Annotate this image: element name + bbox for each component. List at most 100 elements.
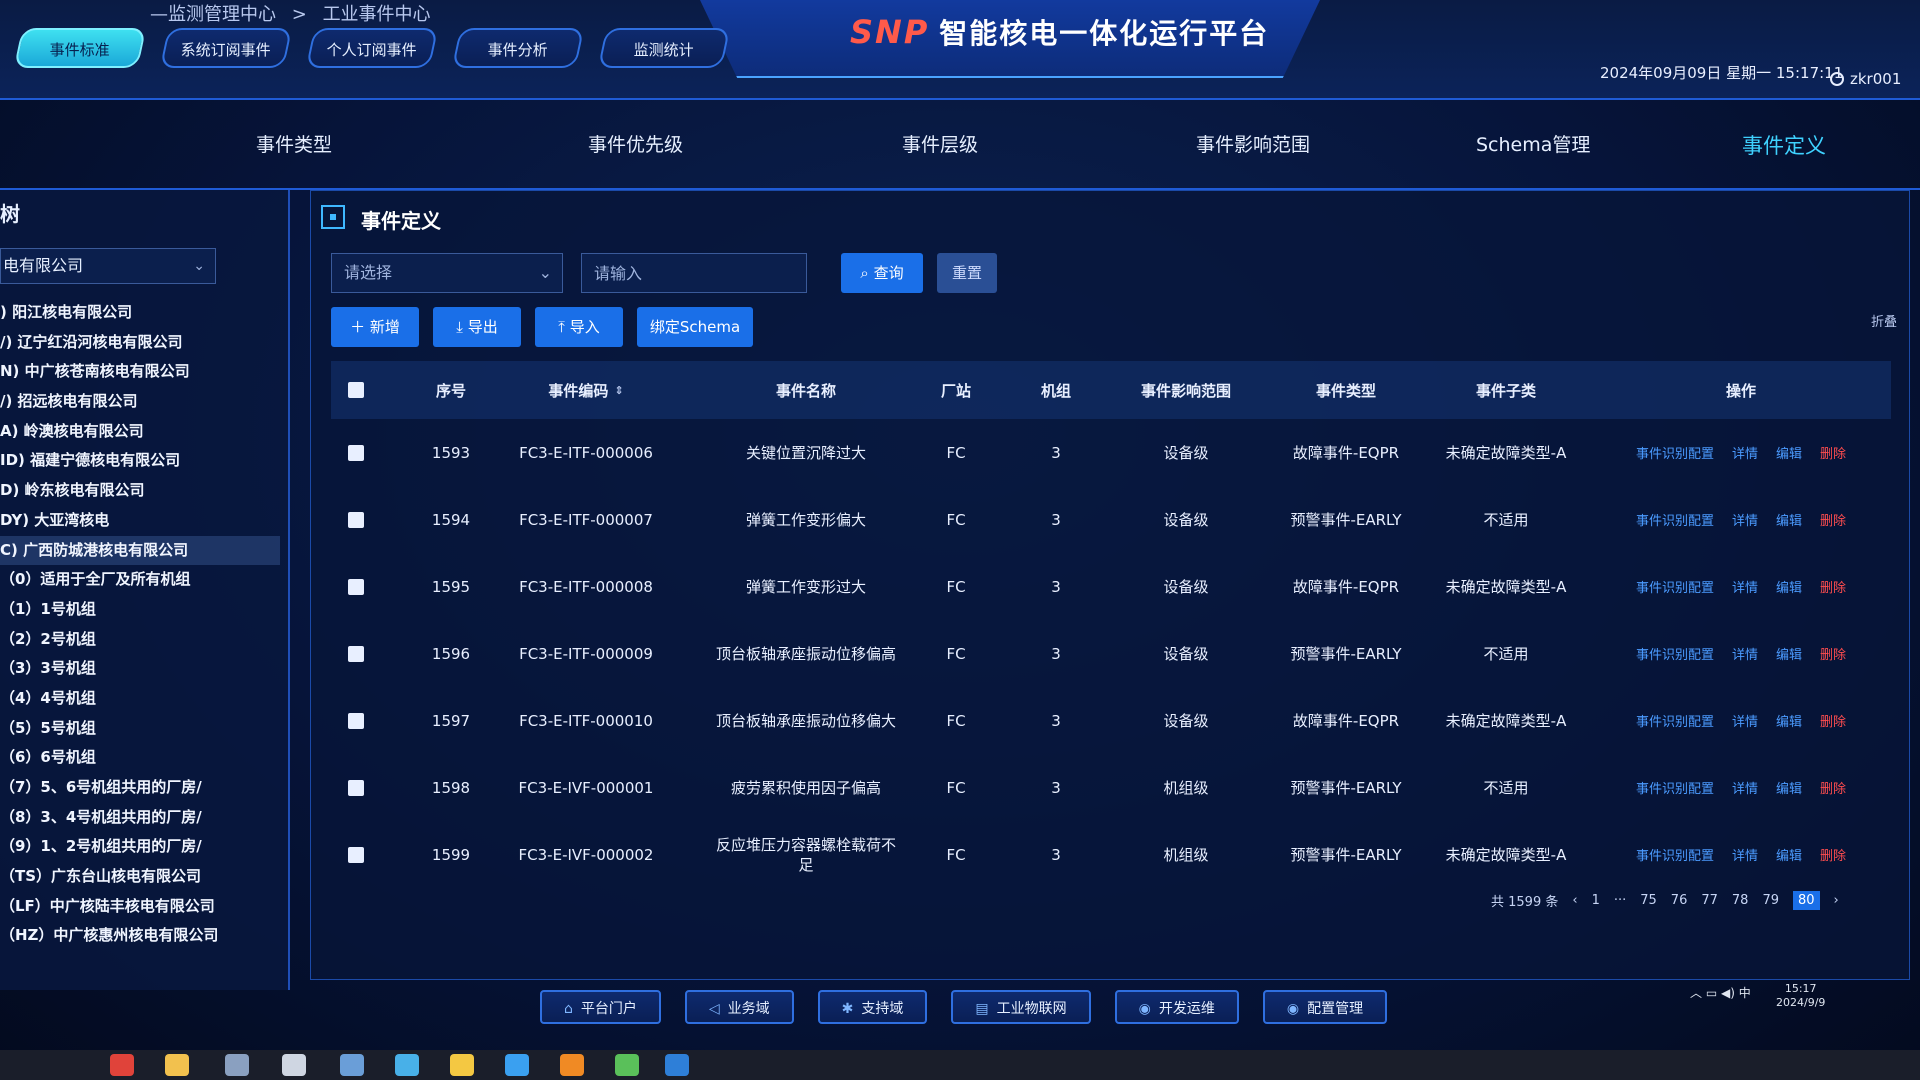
tree-node[interactable]: （HZ）中广核惠州核电有限公司 xyxy=(0,921,280,951)
volume-icon[interactable]: ◀) xyxy=(1721,986,1735,1000)
tree-node[interactable]: （2）2号机组 xyxy=(0,625,280,655)
tab-monitoring-statistics[interactable]: 监测统计 xyxy=(597,28,731,68)
network-icon[interactable]: ▭ xyxy=(1706,986,1717,1000)
tree-node[interactable]: （4）4号机组 xyxy=(0,684,280,714)
delete-link[interactable]: 删除 xyxy=(1820,845,1846,864)
tree-node[interactable]: （3）3号机组 xyxy=(0,654,280,684)
detail-link[interactable]: 详情 xyxy=(1732,577,1758,596)
tree-node[interactable]: /) 辽宁红沿河核电有限公司 xyxy=(0,328,280,358)
tab-event-definition[interactable]: 事件定义 xyxy=(1742,130,1826,160)
bind-schema-button[interactable]: 绑定Schema xyxy=(637,307,753,347)
notepad-icon[interactable] xyxy=(615,1054,639,1076)
nav-business-domain[interactable]: ◁ 业务域 xyxy=(684,990,794,1024)
tab-event-scope[interactable]: 事件影响范围 xyxy=(1196,130,1310,157)
user-menu[interactable]: zkr001 xyxy=(1830,70,1901,88)
tree-node[interactable]: （0）适用于全厂及所有机组 xyxy=(0,565,280,595)
tree-node[interactable]: /) 招远核电有限公司 xyxy=(0,387,280,417)
page-77[interactable]: 77 xyxy=(1701,893,1718,908)
export-button[interactable]: ⤓ 导出 xyxy=(433,307,521,347)
edit-link[interactable]: 编辑 xyxy=(1776,510,1802,529)
tab-personal-subscribed-events[interactable]: 个人订阅事件 xyxy=(305,28,439,68)
breadcrumb-item[interactable]: 工业事件中心 xyxy=(323,4,431,25)
row-checkbox[interactable] xyxy=(331,553,381,620)
delete-link[interactable]: 删除 xyxy=(1820,711,1846,730)
config-rule-link[interactable]: 事件识别配置 xyxy=(1636,711,1714,730)
config-rule-link[interactable]: 事件识别配置 xyxy=(1636,644,1714,663)
tree-node[interactable]: A) 岭澳核电有限公司 xyxy=(0,417,280,447)
delete-link[interactable]: 删除 xyxy=(1820,644,1846,663)
tab-event-analysis[interactable]: 事件分析 xyxy=(451,28,585,68)
edit-link[interactable]: 编辑 xyxy=(1776,778,1802,797)
chevron-up-icon[interactable]: ︿ xyxy=(1690,986,1702,1000)
query-button[interactable]: ⌕ 查询 xyxy=(841,253,923,293)
tree-node[interactable]: ) 阳江核电有限公司 xyxy=(0,298,280,328)
row-checkbox[interactable] xyxy=(331,754,381,821)
tab-schema-management[interactable]: Schema管理 xyxy=(1476,130,1590,157)
delete-link[interactable]: 删除 xyxy=(1820,577,1846,596)
vscode-icon[interactable] xyxy=(665,1054,689,1076)
tree-node-selected[interactable]: C) 广西防城港核电有限公司 xyxy=(0,535,280,566)
row-checkbox[interactable] xyxy=(331,486,381,553)
folder-icon[interactable] xyxy=(165,1054,189,1076)
add-button[interactable]: ＋ 新增 xyxy=(331,307,419,347)
detail-link[interactable]: 详情 xyxy=(1732,510,1758,529)
select-all-checkbox[interactable] xyxy=(331,361,381,419)
tab-event-standard[interactable]: 事件标准 xyxy=(13,28,147,68)
page-79[interactable]: 79 xyxy=(1762,893,1779,908)
next-page-icon[interactable]: › xyxy=(1834,893,1839,908)
config-rule-link[interactable]: 事件识别配置 xyxy=(1636,510,1714,529)
tab-event-priority[interactable]: 事件优先级 xyxy=(588,130,683,157)
collapse-link[interactable]: 折叠 xyxy=(1871,311,1897,330)
terminal-icon[interactable] xyxy=(505,1054,529,1076)
gear-icon[interactable] xyxy=(282,1054,306,1076)
page-78[interactable]: 78 xyxy=(1732,893,1749,908)
page-80-current[interactable]: 80 xyxy=(1792,891,1820,910)
row-checkbox[interactable] xyxy=(331,821,381,888)
ime-indicator[interactable]: 中 xyxy=(1739,986,1751,1000)
row-checkbox[interactable] xyxy=(331,419,381,486)
page-1[interactable]: 1 xyxy=(1592,893,1600,908)
page-75[interactable]: 75 xyxy=(1640,893,1657,908)
nav-devops[interactable]: ◉ 开发运维 xyxy=(1114,990,1239,1024)
tray-clock[interactable]: 15:17 2024/9/9 xyxy=(1776,982,1825,1010)
import-button[interactable]: ⤒ 导入 xyxy=(535,307,623,347)
chrome-icon[interactable] xyxy=(110,1054,134,1076)
breadcrumb-item[interactable]: —监测管理中心 xyxy=(150,4,276,25)
detail-link[interactable]: 详情 xyxy=(1732,443,1758,462)
nav-industrial-iot[interactable]: ▤ 工业物联网 xyxy=(951,990,1091,1024)
reset-button[interactable]: 重置 xyxy=(937,253,997,293)
tree-node[interactable]: D) 岭东核电有限公司 xyxy=(0,476,280,506)
nav-config-management[interactable]: ◉ 配置管理 xyxy=(1262,990,1388,1024)
window-icon[interactable] xyxy=(340,1054,364,1076)
edit-link[interactable]: 编辑 xyxy=(1776,711,1802,730)
nav-support-domain[interactable]: ✱ 支持域 xyxy=(817,990,928,1024)
tree-node[interactable]: （1）1号机组 xyxy=(0,595,280,625)
tree-node[interactable]: （9）1、2号机组共用的厂房/ xyxy=(0,832,280,862)
search-input[interactable] xyxy=(581,253,807,293)
explorer-icon[interactable] xyxy=(450,1054,474,1076)
tree-node[interactable]: （8）3、4号机组共用的厂房/ xyxy=(0,803,280,833)
config-rule-link[interactable]: 事件识别配置 xyxy=(1636,845,1714,864)
row-checkbox[interactable] xyxy=(331,620,381,687)
tree-node[interactable]: （TS）广东台山核电有限公司 xyxy=(0,862,280,892)
delete-link[interactable]: 删除 xyxy=(1820,443,1846,462)
edit-link[interactable]: 编辑 xyxy=(1776,644,1802,663)
edit-link[interactable]: 编辑 xyxy=(1776,577,1802,596)
detail-link[interactable]: 详情 xyxy=(1732,845,1758,864)
tab-event-type[interactable]: 事件类型 xyxy=(256,130,332,157)
sort-icon[interactable]: ⇕ xyxy=(614,384,623,397)
sublime-icon[interactable] xyxy=(560,1054,584,1076)
tree-node[interactable]: N) 中广核苍南核电有限公司 xyxy=(0,357,280,387)
tree-node[interactable]: ID) 福建宁德核电有限公司 xyxy=(0,446,280,476)
page-76[interactable]: 76 xyxy=(1671,893,1688,908)
filter-select[interactable]: 请选择 ⌄ xyxy=(331,253,563,293)
tree-node[interactable]: DY) 大亚湾核电 xyxy=(0,506,280,536)
config-rule-link[interactable]: 事件识别配置 xyxy=(1636,443,1714,462)
edit-link[interactable]: 编辑 xyxy=(1776,443,1802,462)
config-rule-link[interactable]: 事件识别配置 xyxy=(1636,778,1714,797)
prev-page-icon[interactable]: ‹ xyxy=(1572,893,1577,908)
page-ellipsis[interactable]: ··· xyxy=(1614,893,1626,908)
detail-link[interactable]: 详情 xyxy=(1732,778,1758,797)
delete-link[interactable]: 删除 xyxy=(1820,778,1846,797)
tree-node[interactable]: （5）5号机组 xyxy=(0,714,280,744)
